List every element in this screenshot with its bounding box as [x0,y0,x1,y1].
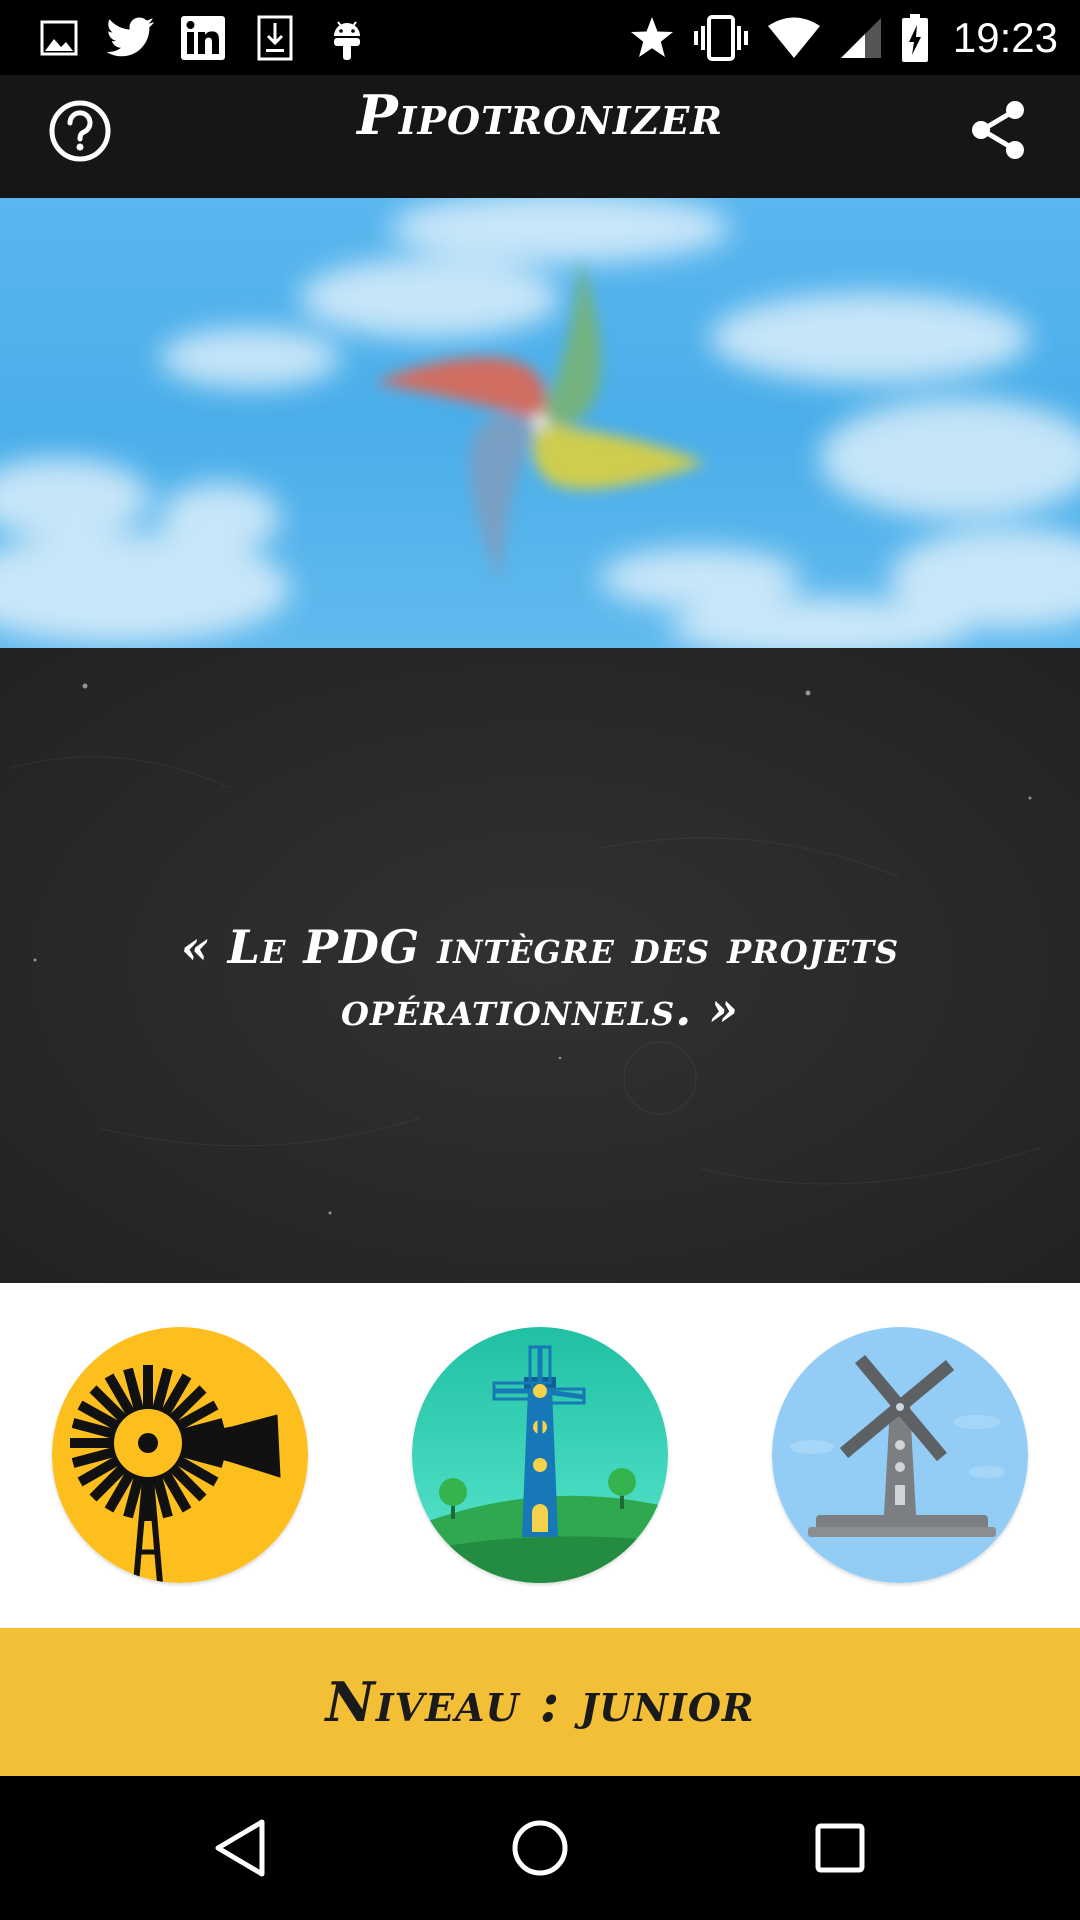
level-expert-button[interactable] [772,1327,1028,1583]
app-bar: Pipotronizer [0,75,1080,198]
back-button[interactable] [200,1808,280,1888]
level-senior-button[interactable] [412,1327,668,1583]
level-selector [0,1283,1080,1628]
system-icons: 19:23 [629,10,1058,66]
quote-text: « Le PDG intègre des projets opérationne… [80,916,1000,1040]
star-icon [629,13,675,63]
quote-board[interactable]: « Le PDG intègre des projets opérationne… [0,648,1080,1283]
linkedin-icon [178,13,228,63]
back-icon [215,1819,265,1877]
quote-line-1: « Le PDG intègre des projets [180,920,900,974]
download-icon [250,13,300,63]
level-junior-button[interactable] [52,1327,308,1583]
recents-icon [815,1823,865,1873]
share-icon [972,101,1024,159]
home-button[interactable] [500,1808,580,1888]
clock: 19:23 [952,14,1058,61]
share-button[interactable] [964,95,1034,165]
wifi-icon [767,13,821,63]
android-icon [322,13,372,63]
twitter-icon [106,13,156,63]
navigation-bar [0,1776,1080,1920]
lighthouse-mill-level-icon [412,1327,668,1583]
hero-banner [0,198,1080,648]
status-bar: 19:23 [0,0,1080,75]
battery-charging-icon [901,13,929,63]
level-bar: Niveau : junior [0,1628,1080,1776]
app-title: Pipotronizer [357,83,723,147]
home-icon [512,1820,568,1876]
level-label: Niveau : junior [325,1670,755,1734]
image-icon [34,13,84,63]
quote-line-2: opérationnels. » [341,982,739,1036]
vibrate-icon [693,13,749,63]
notification-icons [34,12,372,64]
recents-button[interactable] [800,1808,880,1888]
windpump-level-icon [52,1327,308,1583]
signal-icon [839,13,883,63]
windmill-level-icon [772,1327,1028,1583]
